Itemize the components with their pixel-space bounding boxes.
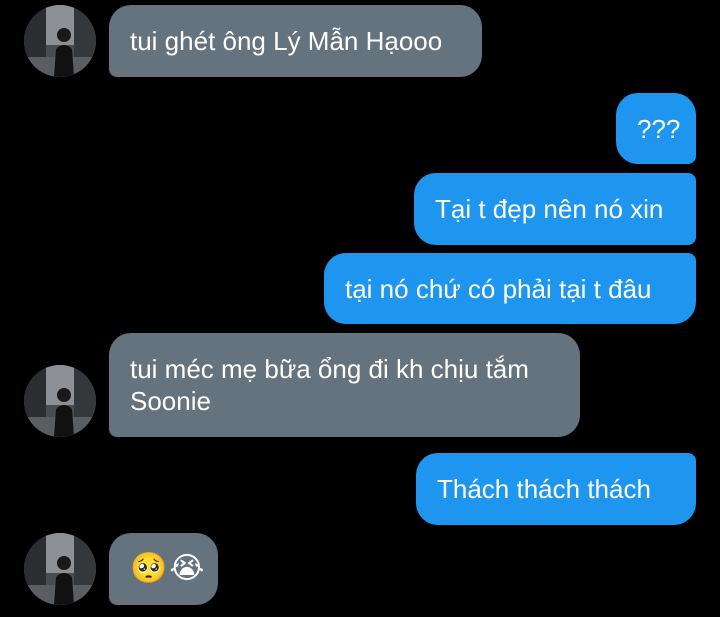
contact-avatar[interactable]	[24, 365, 96, 437]
message-bubble-sent[interactable]: tại nó chứ có phải tại t đâu	[324, 253, 696, 324]
message-bubble-received[interactable]: 🥺😭	[109, 533, 218, 605]
message-text: tui méc mẹ bữa ổng đi kh chịu tắm Soonie	[130, 354, 529, 416]
contact-avatar[interactable]	[24, 533, 96, 605]
message-bubble-received[interactable]: tui ghét ông Lý Mẫn Hạooo	[109, 5, 482, 77]
emoji-message: 🥺😭	[130, 552, 207, 585]
message-text: tại nó chứ có phải tại t đâu	[345, 273, 652, 304]
message-bubble-sent[interactable]: Thách thách thách	[416, 453, 696, 525]
message-text: tui ghét ông Lý Mẫn Hạooo	[130, 26, 443, 56]
avatar-photo-icon	[24, 365, 96, 437]
contact-avatar[interactable]	[24, 5, 96, 77]
message-bubble-sent[interactable]: ???	[616, 93, 696, 164]
message-bubble-sent[interactable]: Tại t đẹp nên nó xin	[414, 173, 696, 245]
message-text: ???	[637, 113, 681, 144]
avatar-photo-icon	[24, 533, 96, 605]
avatar-photo-icon	[24, 5, 96, 77]
message-bubble-received[interactable]: tui méc mẹ bữa ổng đi kh chịu tắm Soonie	[109, 333, 580, 437]
message-text: Tại t đẹp nên nó xin	[435, 194, 664, 224]
message-text: Thách thách thách	[437, 474, 651, 504]
